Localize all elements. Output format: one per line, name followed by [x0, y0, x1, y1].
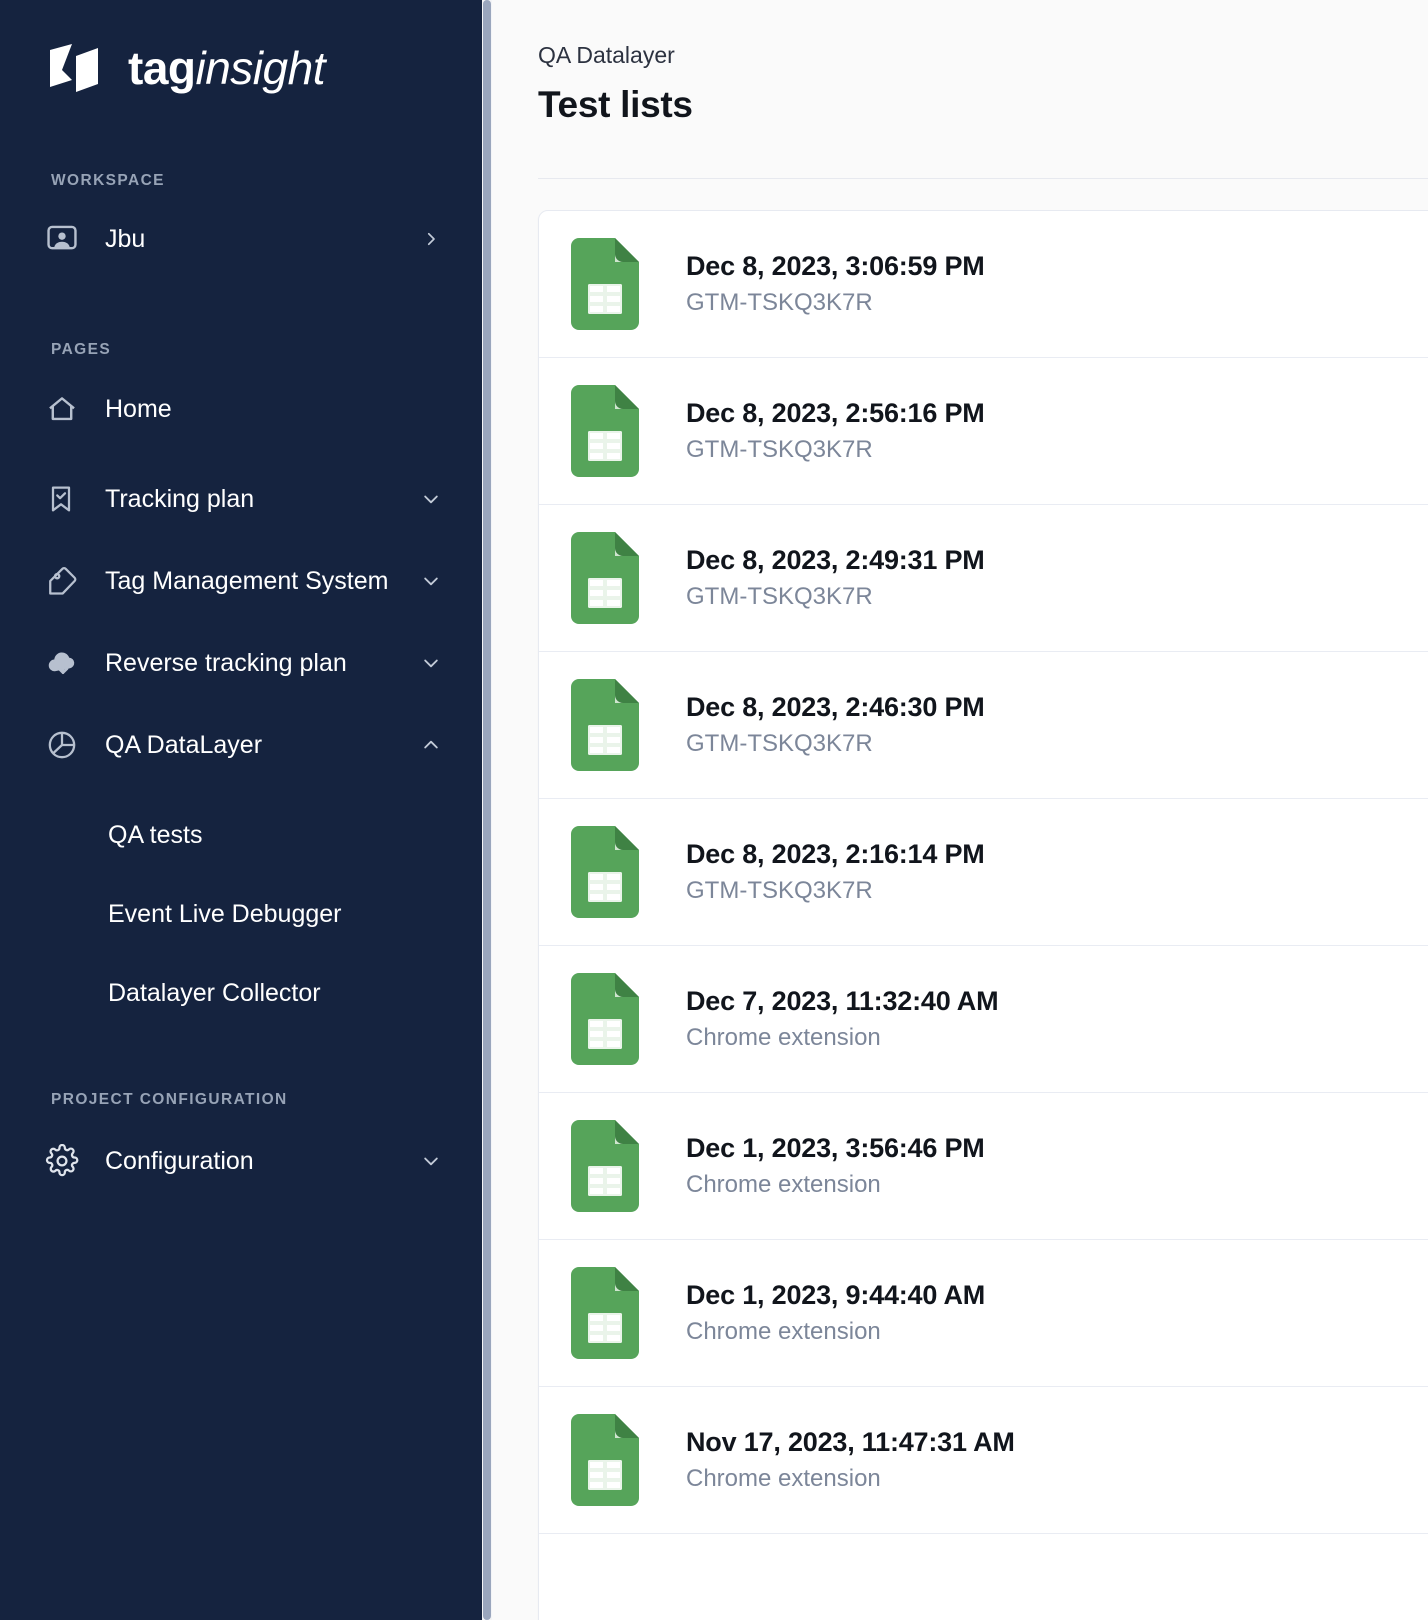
google-sheets-icon	[571, 973, 639, 1065]
page-scrollbar-thumb[interactable]	[483, 0, 491, 1620]
test-list-row-title: Dec 8, 2023, 3:06:59 PM	[686, 251, 985, 281]
test-list-row[interactable]: Dec 1, 2023, 9:44:40 AM Chrome extension	[539, 1240, 1428, 1387]
test-list-row-subtitle: GTM-TSKQ3K7R	[686, 877, 873, 904]
cloud-download-icon	[45, 645, 87, 681]
google-sheets-icon	[571, 385, 639, 477]
google-sheets-icon	[571, 1267, 639, 1359]
brand-name: taginsight	[128, 45, 325, 91]
chevron-down-icon[interactable]	[420, 571, 442, 591]
test-list-row-subtitle: Chrome extension	[686, 1318, 881, 1345]
sidebar-item-label: Home	[105, 394, 172, 423]
page-title: Test lists	[538, 83, 693, 125]
chevron-down-icon[interactable]	[420, 653, 442, 673]
main-content: QA Datalayer Test lists Dec 8, 2023, 3:0…	[492, 0, 1428, 1620]
sidebar-item-tracking-plan[interactable]: Tracking plan	[0, 477, 482, 521]
sidebar-item-home[interactable]: Home	[0, 387, 482, 431]
test-list-row-text: Dec 8, 2023, 2:56:16 PM GTM-TSKQ3K7R	[686, 398, 985, 464]
test-list-row-text: Dec 8, 2023, 2:46:30 PM GTM-TSKQ3K7R	[686, 692, 985, 758]
test-list-row[interactable]: Dec 8, 2023, 2:46:30 PM GTM-TSKQ3K7R	[539, 652, 1428, 799]
brand-logo[interactable]: taginsight	[0, 0, 482, 94]
test-list-row-title: Dec 8, 2023, 2:49:31 PM	[686, 545, 985, 575]
sidebar-item-label: Datalayer Collector	[108, 978, 321, 1007]
header-divider	[538, 178, 1428, 179]
sidebar-item-configuration[interactable]: Configuration	[0, 1139, 482, 1183]
test-list-row-text: Nov 17, 2023, 11:47:31 AM Chrome extensi…	[686, 1427, 1015, 1493]
google-sheets-icon	[571, 826, 639, 918]
home-icon	[45, 392, 87, 426]
account-avatar-icon	[45, 222, 87, 256]
test-list-row-subtitle: Chrome extension	[686, 1465, 881, 1492]
sidebar-item-datalayer-collector[interactable]: Datalayer Collector	[0, 973, 482, 1013]
test-list-row[interactable]: Dec 7, 2023, 11:32:40 AM Chrome extensio…	[539, 946, 1428, 1093]
test-list-row-subtitle: GTM-TSKQ3K7R	[686, 730, 873, 757]
breadcrumb: QA Datalayer	[538, 42, 675, 68]
test-list-row-text: Dec 1, 2023, 9:44:40 AM Chrome extension	[686, 1280, 985, 1346]
test-list-row-text: Dec 8, 2023, 3:06:59 PM GTM-TSKQ3K7R	[686, 251, 985, 317]
pages-section-label: PAGES	[51, 341, 112, 358]
test-list-row-text: Dec 8, 2023, 2:49:31 PM GTM-TSKQ3K7R	[686, 545, 985, 611]
sidebar-item-event-live-debugger[interactable]: Event Live Debugger	[0, 894, 482, 934]
brand-name-part2: insight	[195, 42, 326, 94]
pie-chart-icon	[45, 728, 87, 762]
chevron-down-icon[interactable]	[420, 489, 442, 509]
project-configuration-section-label: PROJECT CONFIGURATION	[51, 1091, 288, 1108]
brand-name-part1: tag	[128, 42, 196, 94]
test-list-row-title: Dec 8, 2023, 2:56:16 PM	[686, 398, 985, 428]
sidebar-item-label: QA tests	[108, 820, 203, 849]
test-list-row-subtitle: Chrome extension	[686, 1171, 881, 1198]
gear-icon	[45, 1144, 87, 1178]
sidebar-item-label: Configuration	[105, 1146, 254, 1175]
test-list-row-text: Dec 8, 2023, 2:16:14 PM GTM-TSKQ3K7R	[686, 839, 985, 905]
google-sheets-icon	[571, 679, 639, 771]
test-list-row[interactable]: Dec 1, 2023, 3:56:46 PM Chrome extension	[539, 1093, 1428, 1240]
google-sheets-icon	[571, 238, 639, 330]
test-list-row[interactable]: Nov 17, 2023, 11:47:31 AM Chrome extensi…	[539, 1387, 1428, 1534]
sidebar-item-label: Tracking plan	[105, 484, 255, 513]
test-list-row-subtitle: Chrome extension	[686, 1024, 881, 1051]
sidebar-item-label: QA DataLayer	[105, 730, 263, 759]
sidebar-item-label: Tag Management System	[105, 566, 389, 595]
taginsight-logo-mark-icon	[48, 42, 110, 94]
google-sheets-icon	[571, 532, 639, 624]
test-list-row-title: Dec 8, 2023, 2:46:30 PM	[686, 692, 985, 722]
test-list-row-subtitle: GTM-TSKQ3K7R	[686, 583, 873, 610]
test-list-row[interactable]: Dec 8, 2023, 3:06:59 PM GTM-TSKQ3K7R	[539, 211, 1428, 358]
test-list-row-title: Dec 8, 2023, 2:16:14 PM	[686, 839, 985, 869]
test-list-row-partial[interactable]	[539, 1534, 1428, 1620]
page-scrollbar[interactable]	[482, 0, 492, 1620]
sidebar-item-workspace-jbu[interactable]: Jbu	[0, 217, 482, 261]
chevron-down-icon[interactable]	[420, 1151, 442, 1171]
test-list-row-text: Dec 1, 2023, 3:56:46 PM Chrome extension	[686, 1133, 985, 1199]
test-list-row-title: Dec 1, 2023, 9:44:40 AM	[686, 1280, 986, 1310]
test-list-row-title: Dec 7, 2023, 11:32:40 AM	[686, 986, 999, 1016]
test-list-card: Dec 8, 2023, 3:06:59 PM GTM-TSKQ3K7R Dec…	[538, 210, 1428, 1620]
test-list-row[interactable]: Dec 8, 2023, 2:56:16 PM GTM-TSKQ3K7R	[539, 358, 1428, 505]
tag-icon	[45, 564, 87, 598]
test-list-row[interactable]: Dec 8, 2023, 2:49:31 PM GTM-TSKQ3K7R	[539, 505, 1428, 652]
page-header: QA Datalayer Test lists	[492, 0, 1428, 126]
sidebar-item-reverse-tracking-plan[interactable]: Reverse tracking plan	[0, 641, 482, 685]
sidebar-item-label: Reverse tracking plan	[105, 648, 347, 677]
chevron-right-icon[interactable]	[420, 230, 442, 248]
test-list-row-title: Nov 17, 2023, 11:47:31 AM	[686, 1427, 1015, 1457]
chevron-up-icon[interactable]	[420, 735, 442, 755]
app-root: taginsight WORKSPACE Jbu PAGES Home Trac…	[0, 0, 1428, 1620]
sidebar-item-qa-tests[interactable]: QA tests	[0, 815, 482, 855]
google-sheets-icon	[571, 1120, 639, 1212]
workspace-section-label: WORKSPACE	[51, 172, 165, 189]
sidebar-item-tag-management-system[interactable]: Tag Management System	[0, 559, 482, 603]
bookmark-check-icon	[45, 483, 87, 515]
sidebar: taginsight WORKSPACE Jbu PAGES Home Trac…	[0, 0, 482, 1620]
sidebar-item-label: Jbu	[105, 224, 146, 253]
sidebar-item-label: Event Live Debugger	[108, 899, 342, 928]
test-list-row[interactable]: Dec 8, 2023, 2:16:14 PM GTM-TSKQ3K7R	[539, 799, 1428, 946]
test-list-row-subtitle: GTM-TSKQ3K7R	[686, 289, 873, 316]
test-list-row-title: Dec 1, 2023, 3:56:46 PM	[686, 1133, 985, 1163]
google-sheets-icon	[571, 1414, 639, 1506]
test-list-row-text: Dec 7, 2023, 11:32:40 AM Chrome extensio…	[686, 986, 999, 1052]
test-list-row-subtitle: GTM-TSKQ3K7R	[686, 436, 873, 463]
sidebar-item-qa-datalayer[interactable]: QA DataLayer	[0, 723, 482, 767]
